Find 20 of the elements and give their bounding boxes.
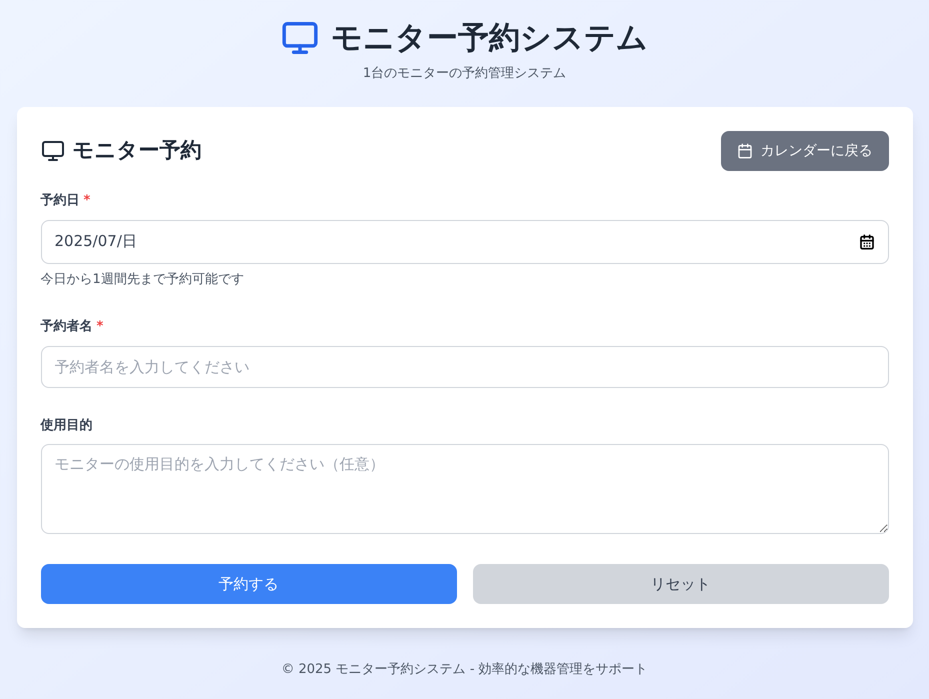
purpose-textarea[interactable]: モニターの使用目的を入力してください（任意） xyxy=(40,444,888,534)
reset-button[interactable]: リセット xyxy=(472,564,888,604)
field-label: 使用目的 xyxy=(40,416,92,434)
required-mark: * xyxy=(84,192,90,210)
field-hint: 今日から1週間先まで予約可能です xyxy=(40,270,245,288)
required-mark: * xyxy=(96,318,104,336)
footer-text: © 2025 モニター予約システム - 効率的な機器管理をサポート xyxy=(281,661,648,679)
field-label: 予約日 xyxy=(40,192,80,210)
calendar-icon[interactable] xyxy=(858,234,874,250)
monitor-icon xyxy=(40,139,64,163)
calendar-icon xyxy=(736,143,752,159)
reserve-button[interactable]: 予約する xyxy=(40,564,456,604)
name-input-field[interactable]: 予約者名を入力してください xyxy=(40,346,888,388)
date-value: 2025/07/日 xyxy=(54,231,137,252)
page-title: モニター予約システム xyxy=(331,19,648,58)
page-subtitle: 1台のモニターの予約管理システム xyxy=(362,64,566,82)
back-to-calendar-button[interactable]: カレンダーに戻る xyxy=(720,131,888,171)
date-field[interactable]: 2025/07/日 xyxy=(40,220,888,264)
field-label: 予約者名 xyxy=(40,318,92,336)
card-title: モニター予約 xyxy=(72,137,202,164)
